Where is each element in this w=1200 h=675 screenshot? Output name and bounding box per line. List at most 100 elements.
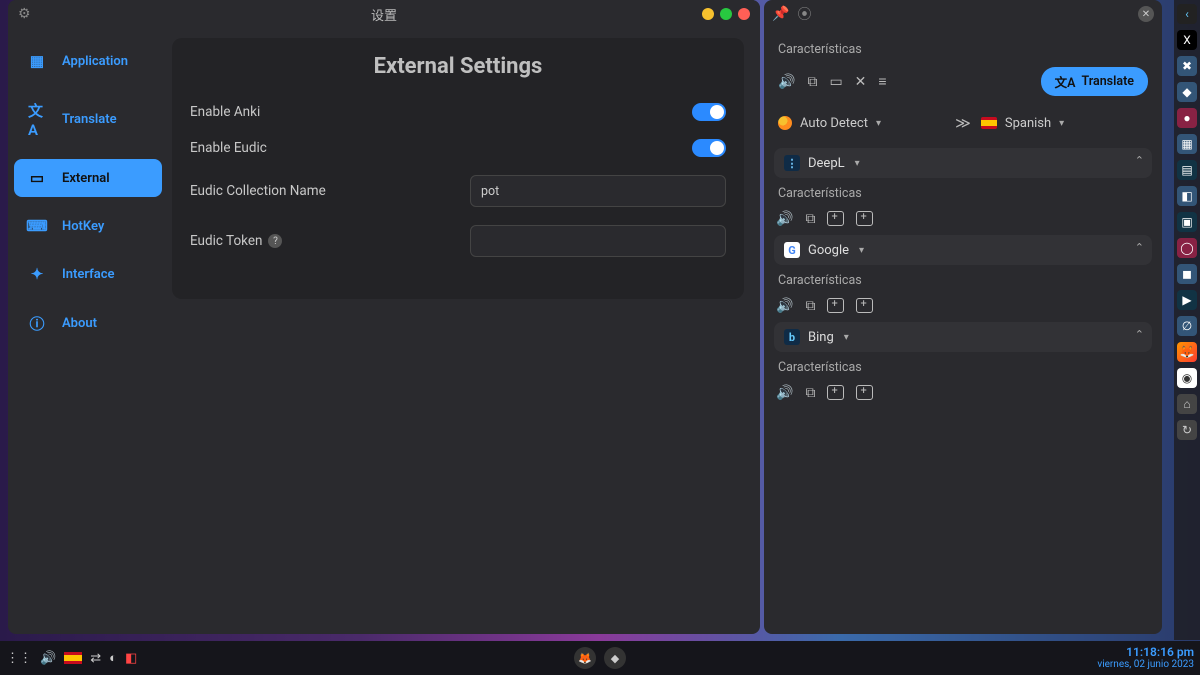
sidebar-item-external[interactable]: ▭ External: [14, 159, 162, 197]
row-enable-anki: Enable Anki: [190, 103, 726, 121]
add-collection-icon[interactable]: [856, 211, 873, 226]
grid-icon: ▦: [28, 52, 46, 70]
taskbar-center: 🦊 ◆: [574, 647, 626, 669]
deepl-result: Características: [778, 186, 1152, 201]
panel-heading: External Settings: [190, 54, 726, 79]
settings-title: 设置: [371, 5, 397, 24]
clipboard-icon[interactable]: ▭: [829, 74, 842, 90]
speaker-icon[interactable]: 🔊: [776, 385, 793, 401]
deepl-result-toolbar: 🔊 ⧉: [774, 207, 1152, 227]
dock-icon[interactable]: ●: [1177, 108, 1197, 128]
keyboard-lang-es[interactable]: [64, 652, 82, 664]
chrome-icon[interactable]: ◉: [1177, 368, 1197, 388]
clear-icon[interactable]: ✕: [855, 74, 867, 90]
dock-icon[interactable]: ▦: [1177, 134, 1197, 154]
dock-icon[interactable]: ▤: [1177, 160, 1197, 180]
dock-icon[interactable]: ⌂: [1177, 394, 1197, 414]
sidebar-item-label: Translate: [62, 112, 117, 127]
target-lang-select[interactable]: Spanish ▾: [981, 116, 1148, 131]
taskbar-app[interactable]: 🦊: [574, 647, 596, 669]
copy-icon[interactable]: ⧉: [805, 385, 815, 401]
translate-icon-small: 文A: [1055, 72, 1076, 91]
service-toggle-bing[interactable]: b Bing ▾: [784, 329, 1142, 345]
broadcast-icon[interactable]: ⦿: [797, 4, 811, 24]
enable-anki-label: Enable Anki: [190, 104, 470, 120]
minimize-button[interactable]: [702, 8, 714, 20]
copy-icon[interactable]: ⧉: [807, 74, 817, 90]
add-collection-icon[interactable]: [856, 385, 873, 400]
add-collection-icon[interactable]: [856, 298, 873, 313]
volume-icon[interactable]: 🔊: [40, 651, 56, 666]
taskbar-app[interactable]: ◆: [604, 647, 626, 669]
source-toolbar: 🔊 ⧉ ▭ ✕ ≡ 文A Translate: [774, 63, 1152, 100]
close-button[interactable]: [738, 8, 750, 20]
globe-icon: [778, 116, 792, 130]
dock-icon[interactable]: ✖: [1177, 56, 1197, 76]
dock-icon[interactable]: ◼: [1177, 264, 1197, 284]
speaker-icon[interactable]: 🔊: [776, 211, 793, 227]
sidebar-item-label: About: [62, 316, 97, 331]
add-collection-icon[interactable]: [827, 385, 844, 400]
eudic-collection-label: Eudic Collection Name: [190, 183, 470, 199]
dock-icon[interactable]: ‹: [1177, 4, 1197, 24]
dock-icon[interactable]: X: [1177, 30, 1197, 50]
enable-eudic-toggle[interactable]: [692, 139, 726, 157]
speaker-icon[interactable]: 🔊: [778, 74, 795, 90]
dock-icon[interactable]: ▣: [1177, 212, 1197, 232]
collapse-icon[interactable]: ⌃: [1135, 328, 1144, 341]
deepl-icon: ⋮: [784, 155, 800, 171]
service-block-bing: b Bing ▾ ⌃: [774, 322, 1152, 352]
close-icon[interactable]: ✕: [1138, 6, 1154, 22]
add-collection-icon[interactable]: [827, 298, 844, 313]
collapse-icon[interactable]: ⌃: [1135, 241, 1144, 254]
copy-icon[interactable]: ⧉: [805, 211, 815, 227]
enable-eudic-label: Enable Eudic: [190, 140, 470, 156]
help-icon[interactable]: ?: [268, 234, 282, 248]
sidebar-item-about[interactable]: ⓘ About: [14, 303, 162, 344]
clock-date: viernes, 02 junio 2023: [1097, 659, 1194, 670]
dock-icon[interactable]: ◆: [1177, 82, 1197, 102]
row-enable-eudic: Enable Eudic: [190, 139, 726, 157]
firefox-icon[interactable]: 🦊: [1177, 342, 1197, 362]
sidebar-item-translate[interactable]: 文A Translate: [14, 90, 162, 149]
network-icon[interactable]: ⇄: [90, 651, 101, 666]
sidebar-item-label: Application: [62, 54, 128, 69]
copy-icon[interactable]: ⧉: [805, 298, 815, 314]
sidebar-item-application[interactable]: ▦ Application: [14, 42, 162, 80]
sidebar-item-hotkey[interactable]: ⌨ HotKey: [14, 207, 162, 245]
collapse-icon[interactable]: ⌃: [1135, 154, 1144, 167]
reorder-icon[interactable]: ≡: [878, 73, 886, 90]
chevron-down-icon: ▾: [876, 118, 881, 129]
maximize-button[interactable]: [720, 8, 732, 20]
sidebar-item-interface[interactable]: ✦ Interface: [14, 255, 162, 293]
translate-button-label: Translate: [1081, 74, 1134, 89]
dock-icon[interactable]: ◯: [1177, 238, 1197, 258]
dock-icon[interactable]: ▶: [1177, 290, 1197, 310]
settings-body: ▦ Application 文A Translate ▭ External ⌨ …: [8, 28, 760, 634]
clock-time: 11:18:16 pm: [1097, 646, 1194, 659]
service-toggle-google[interactable]: G Google ▾: [784, 242, 1142, 258]
taskbar-clock[interactable]: 11:18:16 pm viernes, 02 junio 2023: [1097, 646, 1194, 670]
service-toggle-deepl[interactable]: ⋮ DeepL ▾: [784, 155, 1142, 171]
add-collection-icon[interactable]: [827, 211, 844, 226]
target-lang-label: Spanish: [1005, 116, 1051, 131]
settings-sidebar: ▦ Application 文A Translate ▭ External ⌨ …: [8, 28, 168, 634]
bing-result: Características: [778, 360, 1152, 375]
eudic-token-input[interactable]: [470, 225, 726, 257]
dock-icon[interactable]: ◧: [1177, 186, 1197, 206]
eudic-collection-input[interactable]: [470, 175, 726, 207]
source-lang-label: Auto Detect: [800, 116, 868, 131]
task-icon[interactable]: ◐: [109, 650, 117, 666]
source-lang-select[interactable]: Auto Detect ▾: [778, 116, 945, 131]
dock-icon[interactable]: ∅: [1177, 316, 1197, 336]
dock-icon[interactable]: ↻: [1177, 420, 1197, 440]
taskbar: ⋮⋮ 🔊 ⇄ ◐ ◧ 🦊 ◆ 11:18:16 pm viernes, 02 j…: [0, 641, 1200, 675]
speaker-icon[interactable]: 🔊: [776, 298, 793, 314]
source-text: Características: [778, 42, 1152, 57]
task-icon[interactable]: ◧: [125, 651, 137, 666]
menu-icon[interactable]: ⋮⋮: [6, 651, 32, 666]
pin-icon[interactable]: 📌: [772, 6, 789, 22]
swap-icon[interactable]: ≫: [955, 114, 971, 132]
enable-anki-toggle[interactable]: [692, 103, 726, 121]
translate-button[interactable]: 文A Translate: [1041, 67, 1148, 96]
